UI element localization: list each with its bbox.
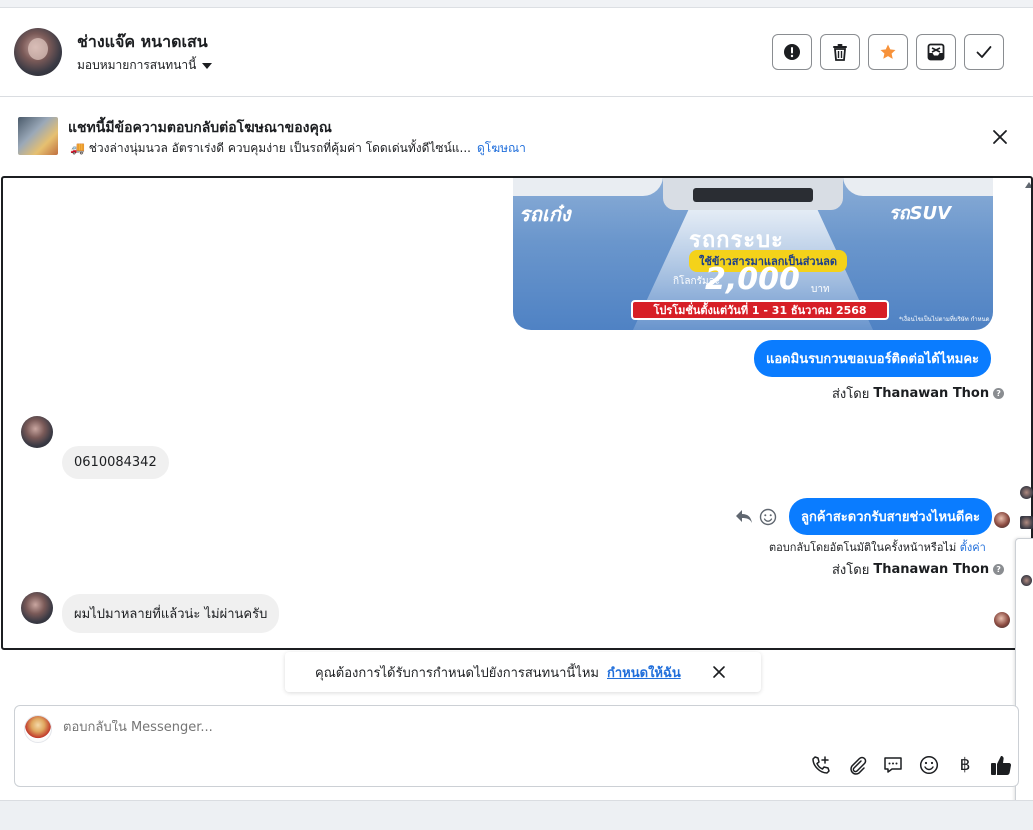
sent-by-prefix: ส่งโดย — [832, 387, 870, 402]
sent-by-name: Thanawan Thon — [873, 386, 990, 401]
baht-icon: ฿ — [959, 755, 971, 775]
reply-icon[interactable] — [735, 508, 753, 524]
exclamation-circle-icon — [784, 44, 800, 60]
caret-down-icon — [202, 62, 213, 69]
message-composer: ฿ — [14, 705, 1019, 787]
outgoing-message[interactable]: แอดมินรบกวนขอเบอร์ติดต่อได้ไหมคะ — [754, 340, 992, 377]
sent-by-name: Thanawan Thon — [873, 562, 990, 577]
contact-avatar-small[interactable] — [21, 416, 53, 448]
promo-price: 2,000 — [705, 262, 800, 297]
mark-done-button[interactable] — [964, 34, 1004, 70]
ad-thumbnail[interactable] — [18, 117, 58, 155]
delete-button[interactable] — [820, 34, 860, 70]
thumbs-up-icon — [991, 756, 1012, 775]
check-icon — [976, 46, 992, 58]
bottom-bar — [0, 800, 1033, 830]
help-icon[interactable]: ? — [993, 564, 1005, 575]
star-button[interactable] — [868, 34, 908, 70]
sent-by-prefix: ส่งโดย — [832, 563, 870, 578]
incoming-message[interactable]: 0610084342 — [62, 446, 169, 479]
promo-car-sedan — [513, 178, 663, 196]
promo-sedan-label: รถเก๋ง — [519, 202, 571, 226]
view-ad-link[interactable]: ดูโฆษณา — [477, 139, 526, 158]
close-icon[interactable] — [990, 127, 1010, 147]
auto-reply-text: ตอบกลับโดยอัตโนมัติในครั้งหน้าหรือไม่ — [769, 541, 957, 554]
star-icon — [880, 44, 896, 59]
incoming-message[interactable]: ผมไปมาหลายที่แล้วน่ะ ไม่ผ่านครับ — [62, 594, 280, 633]
page-avatar — [24, 715, 52, 743]
contact-avatar[interactable] — [14, 28, 62, 76]
promo-fine-print: *เงื่อนไขเป็นไปตามที่บริษัท กำหนด — [899, 316, 990, 323]
message-thread[interactable]: รถเก๋ง รถSUV รถกระบะ ใช้ข้าวสารมาแลกเป็น… — [1, 176, 1033, 650]
ad-reply-banner: แชทนี้มีข้อความตอบกลับต่อโฆษณาของคุณ 🚚 ช… — [0, 97, 1033, 175]
like-button[interactable] — [990, 754, 1012, 776]
promo-car-suv — [843, 178, 993, 196]
call-button[interactable] — [810, 754, 832, 776]
assign-label: มอบหมายการสนทนานี้ — [77, 58, 197, 72]
help-icon[interactable]: ? — [993, 388, 1005, 399]
side-avatar[interactable] — [1021, 575, 1032, 586]
reply-input[interactable] — [63, 720, 563, 735]
seen-avatar — [994, 612, 1010, 628]
assign-conversation-dropdown[interactable]: มอบหมายการสนทนานี้ — [77, 56, 213, 75]
auto-reply-prompt: ตอบกลับโดยอัตโนมัติในครั้งหน้าหรือไม่ ตั… — [769, 538, 986, 556]
react-smiley-icon[interactable] — [759, 508, 777, 526]
sent-by-label: ส่งโดย Thanawan Thon ? — [832, 559, 1005, 580]
side-avatar[interactable] — [1020, 486, 1033, 499]
paperclip-icon — [850, 756, 867, 775]
ad-banner-title: แชทนี้มีข้อความตอบกลับต่อโฆษณาของคุณ — [68, 120, 332, 136]
report-button[interactable] — [772, 34, 812, 70]
contact-name[interactable]: ช่างแจ๊ค หนาดเสน — [77, 30, 208, 55]
scroll-up-arrow-icon[interactable] — [1025, 182, 1031, 188]
header-actions — [772, 34, 1004, 70]
sent-by-label: ส่งโดย Thanawan Thon ? — [832, 383, 1005, 404]
outgoing-message[interactable]: ลูกค้าสะดวกรับสายช่วงไหนดีคะ — [789, 498, 993, 535]
payment-button[interactable]: ฿ — [954, 754, 976, 776]
promo-date-banner: โปรโมชั่นตั้งแต่วันที่ 1 - 31 ธันวาคม 25… — [631, 300, 889, 320]
top-strip — [0, 0, 1033, 8]
ad-description: 🚚 ช่วงล่างนุ่มนวล อัตราเร่งดี ควบคุมง่าย… — [70, 141, 471, 155]
attach-button[interactable] — [846, 754, 868, 776]
promo-price-unit: บาท — [811, 284, 830, 295]
assign-notice-text: คุณต้องการได้รับการกำหนดไปยังการสนทนานี้… — [315, 665, 599, 681]
contact-avatar-small[interactable] — [21, 592, 53, 624]
composer-tools: ฿ — [810, 754, 1012, 776]
archive-icon — [927, 43, 945, 61]
promo-image-message[interactable]: รถเก๋ง รถSUV รถกระบะ ใช้ข้าวสารมาแลกเป็น… — [513, 178, 993, 330]
promo-car-pickup — [663, 178, 843, 210]
archive-button[interactable] — [916, 34, 956, 70]
chat-bubble-icon — [884, 757, 902, 773]
seen-avatar — [994, 512, 1010, 528]
saved-replies-button[interactable] — [882, 754, 904, 776]
promo-suv-label: รถSUV — [889, 203, 952, 224]
side-avatar[interactable] — [1020, 516, 1033, 529]
assign-suggestion-notice: คุณต้องการได้รับการกำหนดไปยังการสนทนานี้… — [285, 652, 761, 692]
trash-icon — [833, 44, 847, 61]
close-icon[interactable] — [711, 664, 727, 680]
assign-to-me-link[interactable]: กำหนดให้ฉัน — [607, 662, 681, 683]
phone-plus-icon — [812, 756, 830, 774]
emoji-button[interactable] — [918, 754, 940, 776]
ad-banner-subtitle: 🚚 ช่วงล่างนุ่มนวล อัตราเร่งดี ควบคุมง่าย… — [70, 139, 526, 158]
auto-reply-settings-link[interactable]: ตั้งค่า — [960, 541, 986, 554]
conversation-header: ช่างแจ๊ค หนาดเสน มอบหมายการสนทนานี้ — [0, 8, 1033, 97]
smiley-icon — [919, 755, 939, 775]
